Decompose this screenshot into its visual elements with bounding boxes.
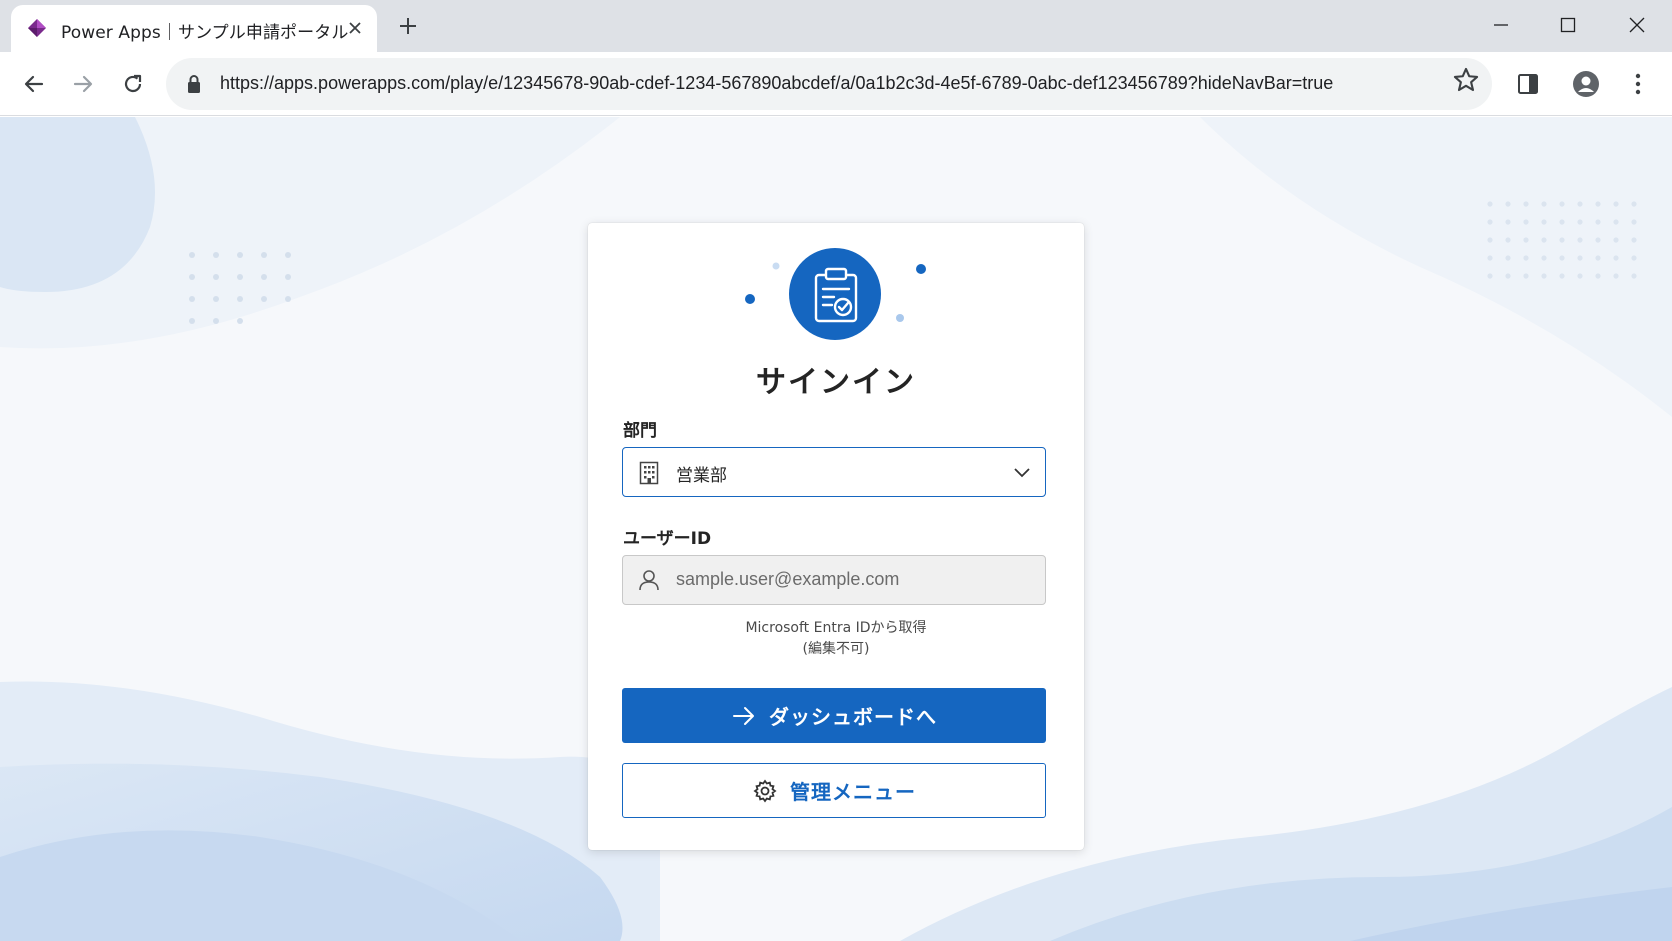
side-panel-icon[interactable] [1510,66,1546,102]
gear-icon [753,778,777,803]
department-value: 営業部 [676,466,727,486]
user-id-value: sample.user@example.com [676,569,900,589]
maximize-icon[interactable] [1553,10,1583,40]
admin-menu-button[interactable]: 管理メニュー [622,763,1046,818]
browser-tab-strip: Power Apps｜サンプル申請ポータル [0,0,1672,52]
address-bar[interactable]: https://apps.powerapps.com/play/e/123456… [166,58,1492,110]
reload-icon[interactable] [115,66,151,102]
entra-id-hint: Microsoft Entra IDから取得 [745,620,927,636]
browser-toolbar: https://apps.powerapps.com/play/e/123456… [0,52,1672,116]
forward-arrow-icon[interactable] [65,66,101,102]
signin-heading: サインイン [756,365,916,400]
close-window-icon[interactable] [1622,10,1652,40]
not-editable-hint: (編集不可) [802,641,870,657]
browser-tab[interactable]: Power Apps｜サンプル申請ポータル [11,5,377,52]
user-id-label: ユーザーID [623,529,712,549]
tab-title: Power Apps｜サンプル申請ポータル [61,23,349,43]
powerapps-favicon [28,19,46,37]
clipboard-logo [745,248,926,340]
dashboard-button-label: ダッシュボードへ [769,705,937,729]
minimize-icon[interactable] [1486,10,1516,40]
department-label: 部門 [623,421,657,441]
department-dropdown[interactable]: 営業部 [622,447,1046,497]
back-arrow-icon[interactable] [16,66,52,102]
tab-close-icon[interactable] [342,15,368,41]
person-icon [639,570,659,591]
url-text: https://apps.powerapps.com/play/e/123456… [220,73,1334,93]
building-icon [639,461,659,485]
profile-icon[interactable] [1568,66,1604,102]
user-id-field[interactable]: sample.user@example.com [622,555,1046,605]
arrow-right-icon [733,706,754,725]
lock-icon[interactable] [186,74,202,94]
app-page: サインイン 部門 営業部 ユーザーID sample.user@example.… [0,117,1672,941]
signin-card: サインイン 部門 営業部 ユーザーID sample.user@example.… [588,223,1084,850]
admin-menu-button-label: 管理メニュー [790,780,916,804]
dashboard-button[interactable]: ダッシュボードへ [622,688,1046,743]
star-icon[interactable] [1452,66,1480,94]
more-vert-icon[interactable] [1620,66,1656,102]
new-tab-plus-icon[interactable] [394,12,422,40]
chevron-down-icon[interactable] [1013,463,1031,481]
